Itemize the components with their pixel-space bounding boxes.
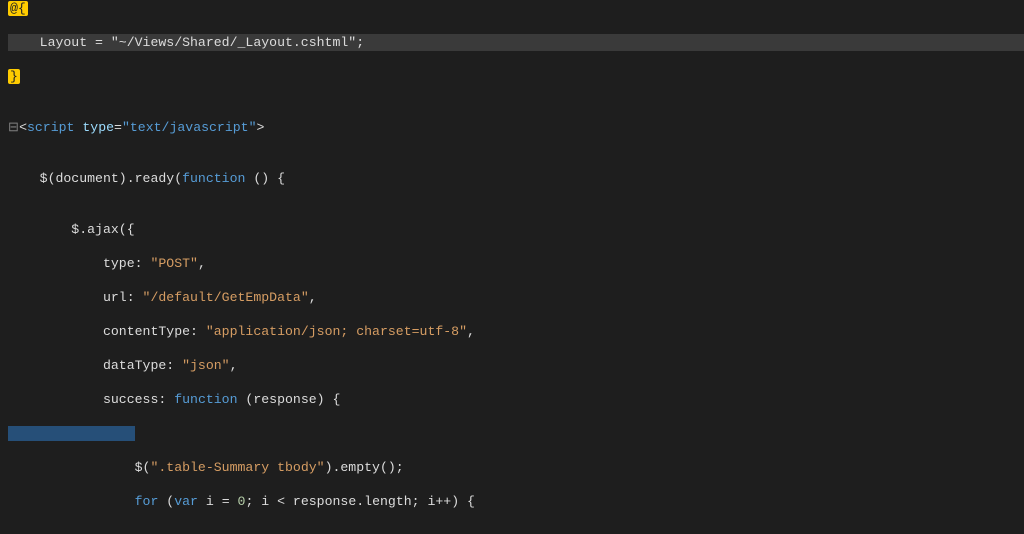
code-line: Layout = "~/Views/Shared/_Layout.cshtml"… (8, 34, 1024, 51)
razor-open: @{ (8, 1, 28, 16)
code-line: $(document).ready(function () { (8, 170, 1024, 187)
text-selection (8, 426, 135, 441)
fold-marker[interactable]: ⊟ (8, 120, 19, 135)
code-line: } (8, 68, 1024, 85)
code-line: ⊟<script type="text/javascript"> (8, 119, 1024, 136)
code-line: dataType: "json", (8, 357, 1024, 374)
code-line: $.ajax({ (8, 221, 1024, 238)
code-line: @{ (8, 0, 1024, 17)
code-line: contentType: "application/json; charset=… (8, 323, 1024, 340)
code-line: $(".table-Summary tbody").empty(); (8, 459, 1024, 476)
code-line (8, 425, 1024, 442)
code-line: url: "/default/GetEmpData", (8, 289, 1024, 306)
code-line: success: function (response) { (8, 391, 1024, 408)
razor-close: } (8, 69, 20, 84)
code-line: type: "POST", (8, 255, 1024, 272)
code-editor[interactable]: @{ Layout = "~/Views/Shared/_Layout.csht… (0, 0, 1024, 534)
code-line: for (var i = 0; i < response.length; i++… (8, 493, 1024, 510)
